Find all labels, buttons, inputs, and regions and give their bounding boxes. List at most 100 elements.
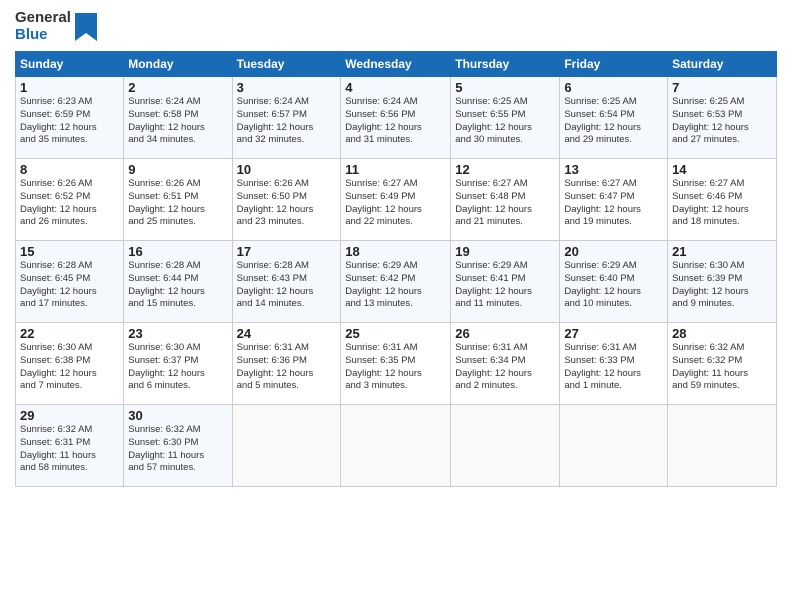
day-number: 2 — [128, 80, 227, 95]
day-info: Sunrise: 6:25 AM Sunset: 6:54 PM Dayligh… — [564, 96, 663, 147]
day-info: Sunrise: 6:29 AM Sunset: 6:42 PM Dayligh… — [345, 260, 446, 311]
table-cell: 17Sunrise: 6:28 AM Sunset: 6:43 PM Dayli… — [232, 241, 341, 323]
day-info: Sunrise: 6:27 AM Sunset: 6:48 PM Dayligh… — [455, 178, 555, 229]
weekday-header-saturday: Saturday — [668, 52, 777, 77]
table-cell: 23Sunrise: 6:30 AM Sunset: 6:37 PM Dayli… — [124, 323, 232, 405]
day-number: 8 — [20, 162, 119, 177]
day-number: 1 — [20, 80, 119, 95]
day-number: 11 — [345, 162, 446, 177]
table-cell: 6Sunrise: 6:25 AM Sunset: 6:54 PM Daylig… — [560, 77, 668, 159]
day-number: 24 — [237, 326, 337, 341]
table-cell: 11Sunrise: 6:27 AM Sunset: 6:49 PM Dayli… — [341, 159, 451, 241]
page-container: General Blue SundayMondayTuesdayWednesda… — [0, 0, 792, 492]
table-cell: 9Sunrise: 6:26 AM Sunset: 6:51 PM Daylig… — [124, 159, 232, 241]
week-row-5: 29Sunrise: 6:32 AM Sunset: 6:31 PM Dayli… — [16, 405, 777, 487]
weekday-header-friday: Friday — [560, 52, 668, 77]
weekday-header-sunday: Sunday — [16, 52, 124, 77]
day-number: 26 — [455, 326, 555, 341]
day-info: Sunrise: 6:32 AM Sunset: 6:30 PM Dayligh… — [128, 424, 227, 475]
day-info: Sunrise: 6:30 AM Sunset: 6:37 PM Dayligh… — [128, 342, 227, 393]
calendar-table: SundayMondayTuesdayWednesdayThursdayFrid… — [15, 51, 777, 487]
day-number: 12 — [455, 162, 555, 177]
day-number: 19 — [455, 244, 555, 259]
table-cell: 3Sunrise: 6:24 AM Sunset: 6:57 PM Daylig… — [232, 77, 341, 159]
day-info: Sunrise: 6:24 AM Sunset: 6:58 PM Dayligh… — [128, 96, 227, 147]
day-number: 29 — [20, 408, 119, 423]
day-info: Sunrise: 6:24 AM Sunset: 6:56 PM Dayligh… — [345, 96, 446, 147]
week-row-4: 22Sunrise: 6:30 AM Sunset: 6:38 PM Dayli… — [16, 323, 777, 405]
table-cell: 15Sunrise: 6:28 AM Sunset: 6:45 PM Dayli… — [16, 241, 124, 323]
day-info: Sunrise: 6:27 AM Sunset: 6:49 PM Dayligh… — [345, 178, 446, 229]
day-info: Sunrise: 6:24 AM Sunset: 6:57 PM Dayligh… — [237, 96, 337, 147]
table-cell: 24Sunrise: 6:31 AM Sunset: 6:36 PM Dayli… — [232, 323, 341, 405]
week-row-2: 8Sunrise: 6:26 AM Sunset: 6:52 PM Daylig… — [16, 159, 777, 241]
table-cell: 26Sunrise: 6:31 AM Sunset: 6:34 PM Dayli… — [451, 323, 560, 405]
weekday-header-monday: Monday — [124, 52, 232, 77]
table-cell: 10Sunrise: 6:26 AM Sunset: 6:50 PM Dayli… — [232, 159, 341, 241]
day-info: Sunrise: 6:31 AM Sunset: 6:36 PM Dayligh… — [237, 342, 337, 393]
day-number: 20 — [564, 244, 663, 259]
day-info: Sunrise: 6:29 AM Sunset: 6:40 PM Dayligh… — [564, 260, 663, 311]
logo-general: General — [15, 10, 71, 27]
table-cell: 20Sunrise: 6:29 AM Sunset: 6:40 PM Dayli… — [560, 241, 668, 323]
table-cell: 13Sunrise: 6:27 AM Sunset: 6:47 PM Dayli… — [560, 159, 668, 241]
day-number: 30 — [128, 408, 227, 423]
table-cell: 18Sunrise: 6:29 AM Sunset: 6:42 PM Dayli… — [341, 241, 451, 323]
table-cell: 7Sunrise: 6:25 AM Sunset: 6:53 PM Daylig… — [668, 77, 777, 159]
table-cell: 4Sunrise: 6:24 AM Sunset: 6:56 PM Daylig… — [341, 77, 451, 159]
day-info: Sunrise: 6:27 AM Sunset: 6:47 PM Dayligh… — [564, 178, 663, 229]
table-cell: 5Sunrise: 6:25 AM Sunset: 6:55 PM Daylig… — [451, 77, 560, 159]
table-cell — [451, 405, 560, 487]
day-info: Sunrise: 6:26 AM Sunset: 6:52 PM Dayligh… — [20, 178, 119, 229]
day-info: Sunrise: 6:31 AM Sunset: 6:33 PM Dayligh… — [564, 342, 663, 393]
day-info: Sunrise: 6:26 AM Sunset: 6:51 PM Dayligh… — [128, 178, 227, 229]
day-info: Sunrise: 6:28 AM Sunset: 6:45 PM Dayligh… — [20, 260, 119, 311]
table-cell — [232, 405, 341, 487]
table-cell — [560, 405, 668, 487]
table-cell — [668, 405, 777, 487]
header: General Blue — [15, 10, 777, 43]
day-number: 21 — [672, 244, 772, 259]
week-row-3: 15Sunrise: 6:28 AM Sunset: 6:45 PM Dayli… — [16, 241, 777, 323]
table-cell: 30Sunrise: 6:32 AM Sunset: 6:30 PM Dayli… — [124, 405, 232, 487]
table-cell: 14Sunrise: 6:27 AM Sunset: 6:46 PM Dayli… — [668, 159, 777, 241]
table-cell — [341, 405, 451, 487]
day-info: Sunrise: 6:30 AM Sunset: 6:38 PM Dayligh… — [20, 342, 119, 393]
day-info: Sunrise: 6:32 AM Sunset: 6:31 PM Dayligh… — [20, 424, 119, 475]
day-number: 9 — [128, 162, 227, 177]
day-number: 14 — [672, 162, 772, 177]
day-number: 28 — [672, 326, 772, 341]
day-info: Sunrise: 6:23 AM Sunset: 6:59 PM Dayligh… — [20, 96, 119, 147]
day-info: Sunrise: 6:31 AM Sunset: 6:35 PM Dayligh… — [345, 342, 446, 393]
table-cell: 27Sunrise: 6:31 AM Sunset: 6:33 PM Dayli… — [560, 323, 668, 405]
day-number: 17 — [237, 244, 337, 259]
weekday-header-thursday: Thursday — [451, 52, 560, 77]
week-row-1: 1Sunrise: 6:23 AM Sunset: 6:59 PM Daylig… — [16, 77, 777, 159]
table-cell: 1Sunrise: 6:23 AM Sunset: 6:59 PM Daylig… — [16, 77, 124, 159]
day-info: Sunrise: 6:25 AM Sunset: 6:55 PM Dayligh… — [455, 96, 555, 147]
day-info: Sunrise: 6:28 AM Sunset: 6:43 PM Dayligh… — [237, 260, 337, 311]
logo-blue: Blue — [15, 27, 71, 44]
logo: General Blue — [15, 10, 97, 43]
table-cell: 29Sunrise: 6:32 AM Sunset: 6:31 PM Dayli… — [16, 405, 124, 487]
day-number: 6 — [564, 80, 663, 95]
day-number: 23 — [128, 326, 227, 341]
day-number: 18 — [345, 244, 446, 259]
table-cell: 16Sunrise: 6:28 AM Sunset: 6:44 PM Dayli… — [124, 241, 232, 323]
day-number: 16 — [128, 244, 227, 259]
table-cell: 12Sunrise: 6:27 AM Sunset: 6:48 PM Dayli… — [451, 159, 560, 241]
day-info: Sunrise: 6:30 AM Sunset: 6:39 PM Dayligh… — [672, 260, 772, 311]
day-number: 25 — [345, 326, 446, 341]
day-info: Sunrise: 6:28 AM Sunset: 6:44 PM Dayligh… — [128, 260, 227, 311]
day-info: Sunrise: 6:29 AM Sunset: 6:41 PM Dayligh… — [455, 260, 555, 311]
day-info: Sunrise: 6:25 AM Sunset: 6:53 PM Dayligh… — [672, 96, 772, 147]
day-number: 13 — [564, 162, 663, 177]
table-cell: 22Sunrise: 6:30 AM Sunset: 6:38 PM Dayli… — [16, 323, 124, 405]
logo-arrow-icon — [75, 13, 97, 41]
day-info: Sunrise: 6:31 AM Sunset: 6:34 PM Dayligh… — [455, 342, 555, 393]
day-info: Sunrise: 6:27 AM Sunset: 6:46 PM Dayligh… — [672, 178, 772, 229]
day-number: 22 — [20, 326, 119, 341]
table-cell: 2Sunrise: 6:24 AM Sunset: 6:58 PM Daylig… — [124, 77, 232, 159]
table-cell: 19Sunrise: 6:29 AM Sunset: 6:41 PM Dayli… — [451, 241, 560, 323]
day-number: 3 — [237, 80, 337, 95]
